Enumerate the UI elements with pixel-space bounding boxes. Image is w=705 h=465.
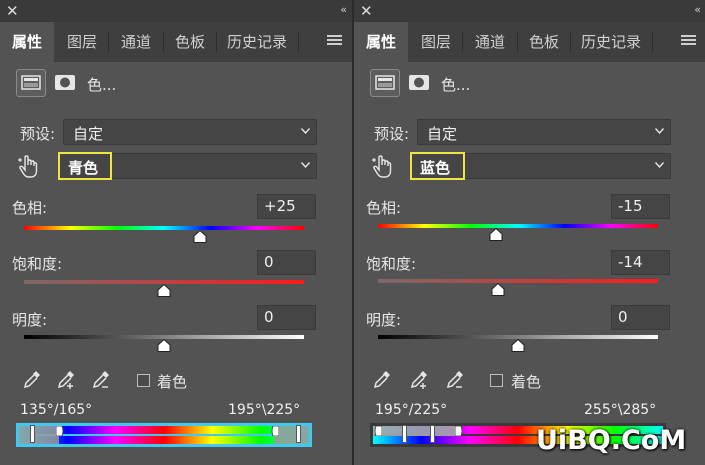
tab-swatches[interactable]: 色板 (164, 22, 216, 62)
properties-panel-left: ✕ ‹‹ 属性 图层 通道 色板 历史记录 色... 预设: 自定 青色 色相:… (0, 0, 352, 465)
chevron-down-icon (655, 128, 664, 134)
channel-value: 青色 (68, 159, 99, 177)
collapse-icon[interactable]: ‹‹ (340, 3, 347, 16)
range-left-label: 195°/225° (375, 402, 448, 418)
channel-value: 蓝色 (420, 159, 451, 177)
mask-icon[interactable] (405, 69, 435, 97)
mask-icon[interactable] (51, 69, 81, 97)
lightness-input[interactable]: 0 (611, 305, 670, 330)
saturation-slider-track[interactable] (378, 279, 658, 283)
adjustment-icon[interactable] (370, 69, 400, 97)
range-handle-outer-left[interactable] (402, 425, 407, 443)
panel-menu-icon[interactable] (681, 35, 696, 46)
saturation-label: 饱和度: (366, 255, 417, 273)
collapse-icon[interactable]: ‹‹ (694, 3, 701, 16)
chevron-down-icon (301, 128, 310, 134)
close-icon[interactable]: ✕ (360, 1, 373, 21)
panel-tabs: 属性 图层 通道 色板 历史记录 (0, 22, 352, 62)
chevron-down-icon (655, 162, 664, 168)
hue-input[interactable]: +25 (257, 194, 316, 219)
lightness-slider-thumb[interactable] (157, 339, 171, 352)
channel-highlight[interactable]: 青色 (58, 152, 112, 180)
range-right-label: 195°\225° (228, 402, 301, 418)
hue-input[interactable]: -15 (611, 194, 670, 219)
range-falloff-right (274, 426, 309, 444)
hue-label: 色相: (366, 199, 402, 217)
saturation-slider-thumb[interactable] (491, 283, 505, 296)
adjustment-icon[interactable] (16, 69, 46, 97)
channel-highlight[interactable]: 蓝色 (410, 152, 465, 180)
watermark-logo: UiBQ.CoM (536, 425, 687, 456)
tab-history[interactable]: 历史记录 (571, 22, 651, 62)
range-handle-inner-left[interactable] (56, 426, 64, 436)
hue-slider-thumb[interactable] (193, 230, 207, 243)
range-handle-inner-right[interactable] (455, 426, 463, 436)
lightness-label: 明度: (366, 311, 402, 329)
colorize-label: 着色 (157, 373, 188, 391)
hue-range-bars[interactable] (16, 423, 312, 447)
close-icon[interactable]: ✕ (6, 1, 19, 21)
panel-tabs: 属性 图层 通道 色板 历史记录 (354, 22, 705, 62)
preset-value: 自定 (73, 125, 104, 143)
eyedropper-plus-icon[interactable] (56, 369, 76, 391)
range-falloff (373, 426, 458, 436)
eyedropper-icon[interactable] (372, 369, 392, 391)
tab-layers[interactable]: 图层 (56, 22, 108, 62)
eyedropper-plus-icon[interactable] (409, 369, 429, 391)
range-handle-outer-right[interactable] (430, 425, 435, 443)
tab-swatches[interactable]: 色板 (518, 22, 570, 62)
mode-label: 色... (441, 76, 471, 94)
range-handle-inner-right[interactable] (271, 426, 279, 436)
range-handle-outer-left[interactable] (30, 425, 35, 443)
properties-panel-right: ✕ ‹‹ 属性 图层 通道 色板 历史记录 色... 预设: 自定 蓝色 色相:… (354, 0, 705, 465)
hue-label: 色相: (12, 199, 48, 217)
lightness-label: 明度: (12, 311, 48, 329)
eyedropper-icon[interactable] (22, 369, 42, 391)
tab-channels[interactable]: 通道 (463, 22, 517, 62)
saturation-input[interactable]: 0 (257, 250, 316, 275)
tab-properties[interactable]: 属性 (0, 22, 54, 62)
range-falloff-left (19, 426, 59, 444)
colorize-checkbox[interactable] (137, 374, 150, 387)
range-right-label: 255°\285° (584, 402, 657, 418)
panel-titlebar: ✕ ‹‹ (354, 0, 705, 22)
chevron-down-icon (301, 162, 310, 168)
preset-select[interactable]: 自定 (417, 119, 671, 145)
panel-titlebar: ✕ ‹‹ (0, 0, 352, 22)
hand-target-icon[interactable] (371, 154, 395, 180)
preset-label: 预设: (20, 125, 56, 143)
tab-history[interactable]: 历史记录 (217, 22, 297, 62)
colorize-label: 着色 (511, 373, 542, 391)
hue-slider-track[interactable] (378, 224, 658, 228)
preset-select[interactable]: 自定 (63, 119, 317, 145)
lightness-input[interactable]: 0 (257, 305, 316, 330)
hue-slider-thumb[interactable] (489, 228, 503, 241)
preset-value: 自定 (427, 125, 458, 143)
preset-label: 预设: (374, 125, 410, 143)
range-handle-outer-right[interactable] (296, 425, 301, 443)
range-handle-inner-left[interactable] (374, 426, 382, 436)
panel-menu-icon[interactable] (327, 35, 342, 46)
range-left-label: 135°/165° (20, 402, 93, 418)
saturation-input[interactable]: -14 (611, 250, 670, 275)
mode-label: 色... (87, 76, 117, 94)
eyedropper-minus-icon[interactable] (445, 369, 465, 391)
eyedropper-minus-icon[interactable] (91, 369, 111, 391)
saturation-label: 饱和度: (12, 255, 63, 273)
lightness-slider-thumb[interactable] (511, 339, 525, 352)
tab-layers[interactable]: 图层 (410, 22, 462, 62)
saturation-slider-thumb[interactable] (157, 284, 171, 297)
hue-slider-track[interactable] (24, 226, 304, 230)
tab-channels[interactable]: 通道 (109, 22, 163, 62)
colorize-checkbox[interactable] (490, 374, 503, 387)
hand-target-icon[interactable] (17, 154, 41, 180)
tab-properties[interactable]: 属性 (354, 22, 408, 62)
